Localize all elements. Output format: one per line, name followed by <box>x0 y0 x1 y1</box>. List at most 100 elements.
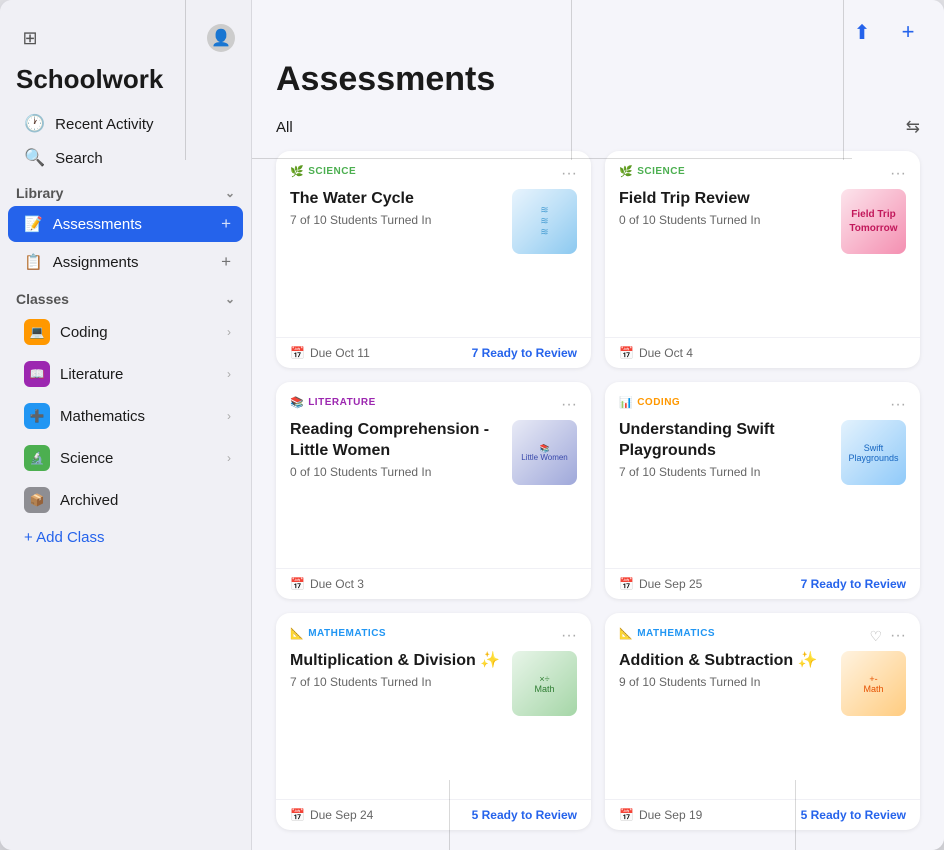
card-mult-div-top: MATHEMATICS ··· <box>290 627 577 645</box>
calendar-icon5: 📅 <box>290 808 305 822</box>
mathematics-subject-icon2 <box>619 627 633 640</box>
card-add-sub-text: Addition & Subtraction ✨ 9 of 10 Student… <box>619 651 831 689</box>
card-swift-body: Understanding Swift Playgrounds 7 of 10 … <box>619 420 906 485</box>
card-add-sub-thumb: +-Math <box>841 651 906 716</box>
card-swift-menu[interactable]: ··· <box>890 396 906 414</box>
sidebar-item-assignments[interactable]: 📋 Assignments + <box>8 244 243 280</box>
card-mult-div-footer: 📅 Due Sep 24 5 Ready to Review <box>276 799 591 830</box>
card-water-cycle-menu[interactable]: ··· <box>561 165 577 183</box>
card-add-sub-heart[interactable]: ♡ <box>869 628 882 645</box>
archived-label: Archived <box>60 492 118 509</box>
card-reading-subject: LITERATURE <box>290 396 376 409</box>
card-add-sub-review[interactable]: 5 Ready to Review <box>801 808 906 822</box>
add-class-label: + Add Class <box>24 529 104 546</box>
sidebar-item-mathematics[interactable]: ➕ Mathematics › <box>8 396 243 436</box>
card-field-trip: SCIENCE ··· Field Trip Review 0 of 10 St… <box>605 151 920 368</box>
card-water-cycle-due: 📅 Due Oct 11 <box>290 346 370 360</box>
literature-left: 📖 Literature <box>24 361 123 387</box>
card-field-trip-top: SCIENCE ··· <box>619 165 906 183</box>
card-mult-div-thumb: ×÷Math <box>512 651 577 716</box>
library-chevron[interactable]: ⌄ <box>225 186 235 200</box>
sidebar-item-recent-activity[interactable]: 🕐 Recent Activity <box>8 107 243 141</box>
card-water-cycle-text: The Water Cycle 7 of 10 Students Turned … <box>290 189 502 227</box>
assignments-add-button[interactable]: + <box>221 252 231 272</box>
card-water-cycle-review[interactable]: 7 Ready to Review <box>472 346 577 360</box>
sidebar-item-assessments[interactable]: 📝 Assessments + <box>8 206 243 242</box>
add-assessment-button[interactable]: + <box>892 16 924 48</box>
sidebar-item-coding[interactable]: 💻 Coding › <box>8 312 243 352</box>
search-label: Search <box>55 150 103 167</box>
archived-left: 📦 Archived <box>24 487 118 513</box>
card-reading-menu[interactable]: ··· <box>561 396 577 414</box>
calendar-icon4: 📅 <box>619 577 634 591</box>
science-label: Science <box>60 450 113 467</box>
upload-button[interactable]: ⬆ <box>846 16 878 48</box>
filter-icon[interactable]: ⇆ <box>906 117 920 137</box>
card-add-sub-top: MATHEMATICS ♡ ··· <box>619 627 906 645</box>
science-arrow-icon: › <box>227 451 231 465</box>
coding-arrow-icon: › <box>227 325 231 339</box>
science-subject-icon2 <box>619 165 633 178</box>
archived-color-icon: 📦 <box>24 487 50 513</box>
app-window: ⊞ 👤 Schoolwork 🕐 Recent Activity 🔍 Searc… <box>0 0 944 850</box>
classes-chevron[interactable]: ⌄ <box>225 292 235 306</box>
upload-icon: ⬆ <box>854 20 871 45</box>
card-field-trip-thumb: Field TripTomorrow <box>841 189 906 254</box>
card-field-trip-title: Field Trip Review <box>619 189 831 210</box>
card-water-cycle-top: SCIENCE ··· <box>290 165 577 183</box>
search-icon: 🔍 <box>24 148 45 168</box>
card-reading-inner: LITERATURE ··· Reading Comprehension - L… <box>276 382 591 560</box>
sidebar-item-archived[interactable]: 📦 Archived <box>8 480 243 520</box>
main-content: ⬆ + Assessments All ⇆ SCIENCE <box>252 0 944 850</box>
card-add-sub-body: Addition & Subtraction ✨ 9 of 10 Student… <box>619 651 906 716</box>
filter-bar: All ⇆ <box>252 117 944 147</box>
coding-left: 💻 Coding <box>24 319 108 345</box>
swift-image: SwiftPlaygrounds <box>841 420 906 485</box>
calendar-icon6: 📅 <box>619 808 634 822</box>
sidebar-item-science[interactable]: 🔬 Science › <box>8 438 243 478</box>
card-field-trip-menu[interactable]: ··· <box>890 165 906 183</box>
add-class-button[interactable]: + Add Class <box>8 522 243 553</box>
classes-section-header: Classes ⌄ <box>0 281 251 311</box>
reading-image: 📚Little Women <box>512 420 577 485</box>
coding-color-icon: 💻 <box>24 319 50 345</box>
literature-color-icon: 📖 <box>24 361 50 387</box>
card-mult-div-review[interactable]: 5 Ready to Review <box>472 808 577 822</box>
assignments-icon: 📋 <box>24 253 43 271</box>
card-add-sub-menu[interactable]: ··· <box>890 627 906 645</box>
card-mult-div-menu[interactable]: ··· <box>561 627 577 645</box>
science-color-icon: 🔬 <box>24 445 50 471</box>
mathematics-label: Mathematics <box>60 408 145 425</box>
card-swift-inner: CODING ··· Understanding Swift Playgroun… <box>605 382 920 560</box>
card-swift-text: Understanding Swift Playgrounds 7 of 10 … <box>619 420 831 479</box>
card-swift-thumb: SwiftPlaygrounds <box>841 420 906 485</box>
card-swift-review[interactable]: 7 Ready to Review <box>801 577 906 591</box>
card-field-trip-body: Field Trip Review 0 of 10 Students Turne… <box>619 189 906 254</box>
assessments-label: Assessments <box>53 216 142 233</box>
coding-label: Coding <box>60 324 108 341</box>
card-water-cycle-students: 7 of 10 Students Turned In <box>290 213 502 227</box>
card-mult-div-body: Multiplication & Division ✨ 7 of 10 Stud… <box>290 651 577 716</box>
sidebar-item-literature[interactable]: 📖 Literature › <box>8 354 243 394</box>
account-icon[interactable]: 👤 <box>207 24 235 52</box>
add-sub-image: +-Math <box>841 651 906 716</box>
card-add-sub-due: 📅 Due Sep 19 <box>619 808 702 822</box>
card-water-cycle-thumb <box>512 189 577 254</box>
filter-label[interactable]: All <box>276 119 293 136</box>
card-mult-div-text: Multiplication & Division ✨ 7 of 10 Stud… <box>290 651 502 689</box>
card-mult-div-inner: MATHEMATICS ··· Multiplication & Divisio… <box>276 613 591 791</box>
card-reading-students: 0 of 10 Students Turned In <box>290 465 502 479</box>
panel-icon[interactable]: ⊞ <box>16 24 44 52</box>
card-mult-div: MATHEMATICS ··· Multiplication & Divisio… <box>276 613 591 830</box>
card-field-trip-due: 📅 Due Oct 4 <box>619 346 693 360</box>
card-field-trip-subject: SCIENCE <box>619 165 685 178</box>
mathematics-subject-icon <box>290 627 304 640</box>
card-swift-due: 📅 Due Sep 25 <box>619 577 702 591</box>
assignments-left: 📋 Assignments <box>24 253 139 271</box>
assessments-icon: 📝 <box>24 215 43 233</box>
card-add-sub: MATHEMATICS ♡ ··· Addition & Subtraction… <box>605 613 920 830</box>
sidebar: ⊞ 👤 Schoolwork 🕐 Recent Activity 🔍 Searc… <box>0 0 252 850</box>
assessments-add-button[interactable]: + <box>221 214 231 234</box>
sidebar-item-search[interactable]: 🔍 Search <box>8 141 243 175</box>
card-swift-top: CODING ··· <box>619 396 906 414</box>
